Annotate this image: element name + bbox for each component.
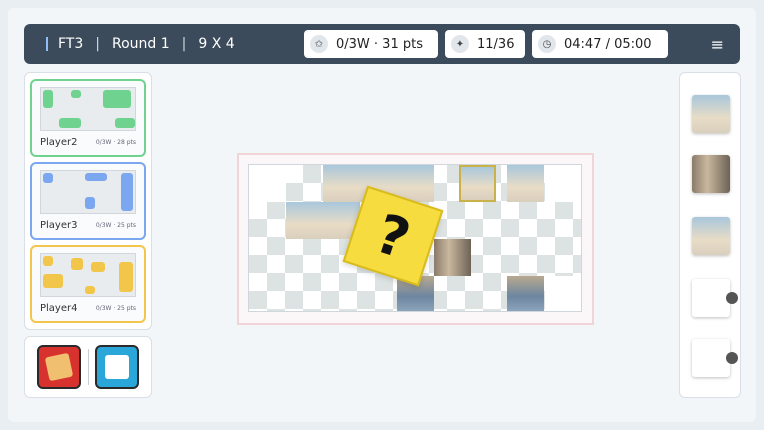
tray-piece[interactable] — [692, 155, 730, 193]
round-label: Round 1 — [111, 36, 170, 52]
piece-mark — [103, 90, 131, 108]
match-info: FT3 | Round 1 | 9 X 4 — [58, 36, 235, 52]
piece-mark — [85, 197, 95, 209]
player-board-preview — [40, 170, 136, 214]
piece-mark — [43, 90, 53, 108]
piece-mark — [43, 173, 53, 183]
players-panel: Player2 0/3W · 28 pts Player3 0/3W · 25 … — [24, 72, 152, 330]
accent-tick — [46, 37, 48, 51]
placed-piece[interactable] — [249, 165, 286, 202]
placed-piece[interactable] — [507, 276, 544, 311]
tray-piece[interactable] — [692, 95, 730, 133]
piece-mark — [119, 262, 133, 292]
separator: | — [181, 36, 187, 52]
piece-knob — [726, 352, 738, 364]
piece-mark — [85, 286, 95, 294]
mode-label: FT3 — [58, 36, 84, 52]
player-name: Player3 — [40, 220, 78, 231]
piece-tray — [679, 72, 741, 398]
powerup-shuffle-button[interactable] — [37, 345, 81, 389]
tray-piece[interactable] — [692, 339, 738, 377]
powerups-panel — [24, 336, 152, 398]
player-score: 0/3W · 25 pts — [95, 222, 136, 229]
player-name: Player4 — [40, 303, 78, 314]
piece-mark — [115, 118, 135, 128]
tray-piece[interactable] — [692, 217, 730, 255]
puzzle-icon — [105, 355, 129, 379]
timer-pill: ◷ 04:47 / 05:00 — [532, 30, 668, 58]
tray-piece[interactable] — [692, 279, 738, 317]
selected-piece[interactable] — [459, 165, 496, 202]
piece-mark — [71, 90, 81, 98]
piece-mark — [43, 274, 63, 288]
piece-knob — [726, 292, 738, 304]
placed-piece[interactable] — [545, 165, 581, 202]
player-score: 0/3W · 25 pts — [95, 305, 136, 312]
clock-icon: ◷ — [538, 35, 556, 53]
star-icon: ✩ — [310, 35, 328, 53]
score-pill: ✩ 0/3W · 31 pts — [304, 30, 438, 58]
player-name: Player2 — [40, 137, 78, 148]
divider — [88, 349, 89, 385]
piece-mark — [91, 262, 105, 272]
grid-size-label: 9 X 4 — [198, 36, 235, 52]
player-board-preview — [40, 87, 136, 131]
player-card[interactable]: Player4 0/3W · 25 pts — [30, 245, 146, 323]
player-score: 0/3W · 28 pts — [95, 139, 136, 146]
placed-piece[interactable] — [545, 276, 581, 311]
question-mark-icon: ? — [368, 201, 418, 271]
placed-piece[interactable] — [286, 202, 323, 239]
player-card[interactable]: Player3 0/3W · 25 pts — [30, 162, 146, 240]
placed-piece[interactable] — [323, 165, 360, 202]
puzzle-icon: ✦ — [451, 35, 469, 53]
player-card[interactable]: Player2 0/3W · 28 pts — [30, 79, 146, 157]
piece-mark — [43, 256, 53, 266]
piece-mark — [85, 173, 107, 181]
hamburger-icon[interactable]: ≡ — [711, 35, 724, 54]
score-text: 0/3W · 31 pts — [336, 36, 423, 52]
puzzle-icon — [44, 352, 74, 382]
pieces-pill: ✦ 11/36 — [445, 30, 525, 58]
placed-piece[interactable] — [507, 165, 544, 202]
placed-piece[interactable] — [434, 239, 471, 276]
separator: | — [95, 36, 100, 52]
piece-mark — [59, 118, 81, 128]
top-bar: FT3 | Round 1 | 9 X 4 ✩ 0/3W · 31 pts ✦ … — [24, 24, 740, 64]
powerup-hint-button[interactable] — [95, 345, 139, 389]
piece-mark — [71, 258, 83, 270]
pieces-text: 11/36 — [477, 36, 515, 52]
timer-text: 04:47 / 05:00 — [564, 36, 652, 52]
player-board-preview — [40, 253, 136, 297]
piece-mark — [121, 173, 133, 211]
